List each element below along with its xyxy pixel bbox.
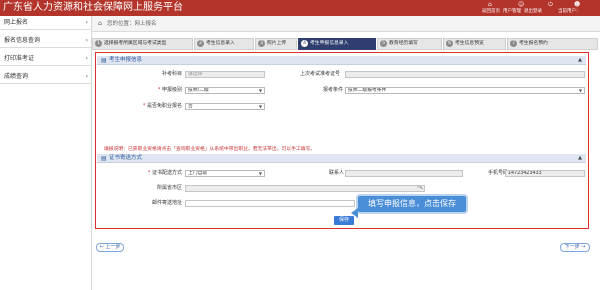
apply-level-text: 申报级别 bbox=[161, 87, 182, 93]
logout-link[interactable]: 退出登录 bbox=[524, 9, 542, 15]
region-input[interactable]: 🔍︎ bbox=[185, 185, 425, 192]
callout-text: 填写申报信息，点击保存 bbox=[368, 199, 456, 208]
step-number: 2 bbox=[197, 40, 204, 47]
sidebar-item-scores[interactable]: 成绩查询 › bbox=[0, 70, 92, 84]
phone-value: 14723423433 bbox=[508, 171, 542, 176]
postal-address-label: 邮件寄送地址 bbox=[151, 200, 182, 206]
apply-level-label: * 申报级别 bbox=[157, 87, 182, 93]
home-icon[interactable]: ⌂ bbox=[488, 1, 492, 8]
sidebar-item-label: 报名信息查询 bbox=[4, 37, 41, 44]
home-icon: ⌂ bbox=[98, 20, 102, 27]
apply-level-select[interactable]: 技师/二级 ▼ bbox=[185, 87, 265, 94]
phone-label: 手机号码 bbox=[487, 170, 508, 176]
fill-note: 填报说明：已获职业资格请点击「查询职业资格」从系统中带出职业，若无法带出，可以手… bbox=[104, 147, 316, 152]
chevron-right-icon: › bbox=[85, 55, 88, 62]
condition-label: 报考条件 bbox=[322, 87, 343, 93]
section-icon: ▤ bbox=[101, 155, 107, 162]
step-number: 6 bbox=[446, 40, 453, 47]
condition-value: 技师二级报考条件 bbox=[348, 88, 387, 93]
section-title: 考生申报信息 bbox=[109, 57, 143, 63]
delivery-method-select[interactable]: 上门自取 ▼ bbox=[185, 170, 265, 177]
sidebar-item-label: 打印准考证 bbox=[4, 55, 35, 62]
collapse-icon[interactable]: ▲ bbox=[578, 154, 582, 163]
callout-tail bbox=[351, 208, 358, 218]
section-applicant-info-header[interactable]: ▤ 考生申报信息 ▲ bbox=[97, 56, 586, 65]
prev-step-button[interactable]: ← 上一步 bbox=[96, 243, 124, 252]
logout-icon[interactable]: ⏻ bbox=[548, 1, 553, 8]
step-bar: 1 选择报考所属区域与考试类型 2 考生信息录入 3 照片上传 4 考生申报信息录入 5… bbox=[92, 38, 598, 50]
step-1[interactable]: 1 选择报考所属区域与考试类型 bbox=[92, 38, 193, 50]
user-icon[interactable]: ☺ bbox=[518, 1, 524, 8]
sidebar-item-register[interactable]: 网上报名 › bbox=[0, 16, 92, 30]
sidebar-item-query[interactable]: 报名信息查询 › bbox=[0, 34, 92, 48]
recognized-select[interactable]: 否 ▼ bbox=[185, 103, 265, 110]
step-2[interactable]: 2 考生信息录入 bbox=[194, 38, 254, 50]
search-icon[interactable]: 🔍︎ bbox=[417, 186, 423, 190]
contact-label: 联系人 bbox=[328, 170, 344, 176]
chevron-right-icon: › bbox=[85, 19, 88, 26]
section-delivery-header[interactable]: ▤ 证书寄送方式 ▲ bbox=[97, 154, 586, 163]
collapse-icon[interactable]: ▲ bbox=[578, 56, 582, 65]
step-5[interactable]: 5 教育经历填写 bbox=[377, 38, 442, 50]
recognized-label: * 是否免职业报名 bbox=[142, 103, 182, 109]
breadcrumb-text: 您的位置：网上报名 bbox=[107, 21, 157, 27]
step-3[interactable]: 3 照片上传 bbox=[255, 38, 297, 50]
delivery-method-label: * 证书配送方式 bbox=[147, 170, 182, 176]
apply-level-value: 技师/二级 bbox=[188, 88, 209, 93]
chevron-right-icon: › bbox=[85, 37, 88, 44]
step-number: 1 bbox=[95, 40, 102, 47]
step-label: 教育经历填写 bbox=[389, 41, 418, 46]
section-icon: ▤ bbox=[101, 57, 107, 64]
current-user-label: 当前用户： bbox=[558, 9, 581, 14]
next-step-button[interactable]: 下一步 → bbox=[560, 243, 590, 252]
condition-select[interactable]: 技师二级报考条件 ▼ bbox=[345, 87, 585, 94]
dropdown-arrow-icon: ▼ bbox=[578, 88, 582, 93]
step-6[interactable]: 6 考生信息预览 bbox=[443, 38, 506, 50]
contact-input[interactable] bbox=[345, 170, 463, 177]
instruction-callout: 填写申报信息，点击保存 bbox=[351, 194, 468, 218]
breadcrumb: ⌂ 您的位置：网上报名 bbox=[92, 16, 600, 32]
step-7[interactable]: 7 考生报名预约 bbox=[507, 38, 598, 50]
step-label: 考生申报信息录入 bbox=[310, 41, 349, 46]
delivery-method-value: 上门自取 bbox=[188, 171, 208, 176]
dropdown-arrow-icon: ▼ bbox=[258, 104, 262, 109]
section-title: 证书寄送方式 bbox=[109, 155, 143, 161]
bukao-label: 补考科目 bbox=[161, 71, 182, 77]
region-label: 所属省市区 bbox=[156, 185, 182, 191]
home-link[interactable]: 返回首页 bbox=[482, 9, 500, 15]
top-header: 广东省人力资源和社会保障网上服务平台 ⌂ 返回首页 ☺ 用户管理 ⏻ 退出登录 … bbox=[0, 0, 600, 16]
step-number: 5 bbox=[380, 40, 387, 47]
step-number: 4 bbox=[301, 40, 308, 47]
step-label: 考生信息录入 bbox=[206, 41, 235, 46]
step-label: 考生报名预约 bbox=[519, 41, 548, 46]
user-manage-link[interactable]: 用户管理 bbox=[503, 9, 521, 15]
recognized-value: 否 bbox=[188, 104, 193, 109]
sidebar: 网上报名 › 报名信息查询 › 打印准考证 › 成绩查询 › bbox=[0, 16, 92, 290]
postal-address-input[interactable] bbox=[185, 200, 355, 207]
sidebar-item-label: 成绩查询 bbox=[4, 73, 29, 80]
step-number: 7 bbox=[510, 40, 517, 47]
sidebar-item-print-ticket[interactable]: 打印准考证 › bbox=[0, 52, 92, 66]
bukao-select[interactable]: 请选择 bbox=[185, 71, 265, 78]
phone-input[interactable]: 14723423433 bbox=[505, 170, 585, 177]
step-4[interactable]: 4 考生申报信息录入 bbox=[298, 38, 376, 50]
dropdown-arrow-icon: ▼ bbox=[258, 88, 262, 93]
step-label: 选择报考所属区域与考试类型 bbox=[104, 41, 167, 46]
app-title: 广东省人力资源和社会保障网上服务平台 bbox=[3, 2, 183, 13]
recognized-text: 是否免职业报名 bbox=[146, 103, 182, 109]
step-number: 3 bbox=[258, 40, 265, 47]
dropdown-arrow-icon: ▼ bbox=[258, 171, 262, 176]
chevron-right-icon: › bbox=[85, 73, 88, 80]
prev-exam-input[interactable] bbox=[345, 71, 585, 78]
step-label: 考生信息预览 bbox=[455, 41, 484, 46]
delivery-method-text: 证书配送方式 bbox=[151, 170, 182, 176]
bukao-placeholder: 请选择 bbox=[188, 72, 203, 77]
step-label: 照片上传 bbox=[267, 41, 287, 46]
sidebar-item-label: 网上报名 bbox=[4, 19, 29, 26]
current-user-icon: ☻ bbox=[574, 1, 581, 8]
